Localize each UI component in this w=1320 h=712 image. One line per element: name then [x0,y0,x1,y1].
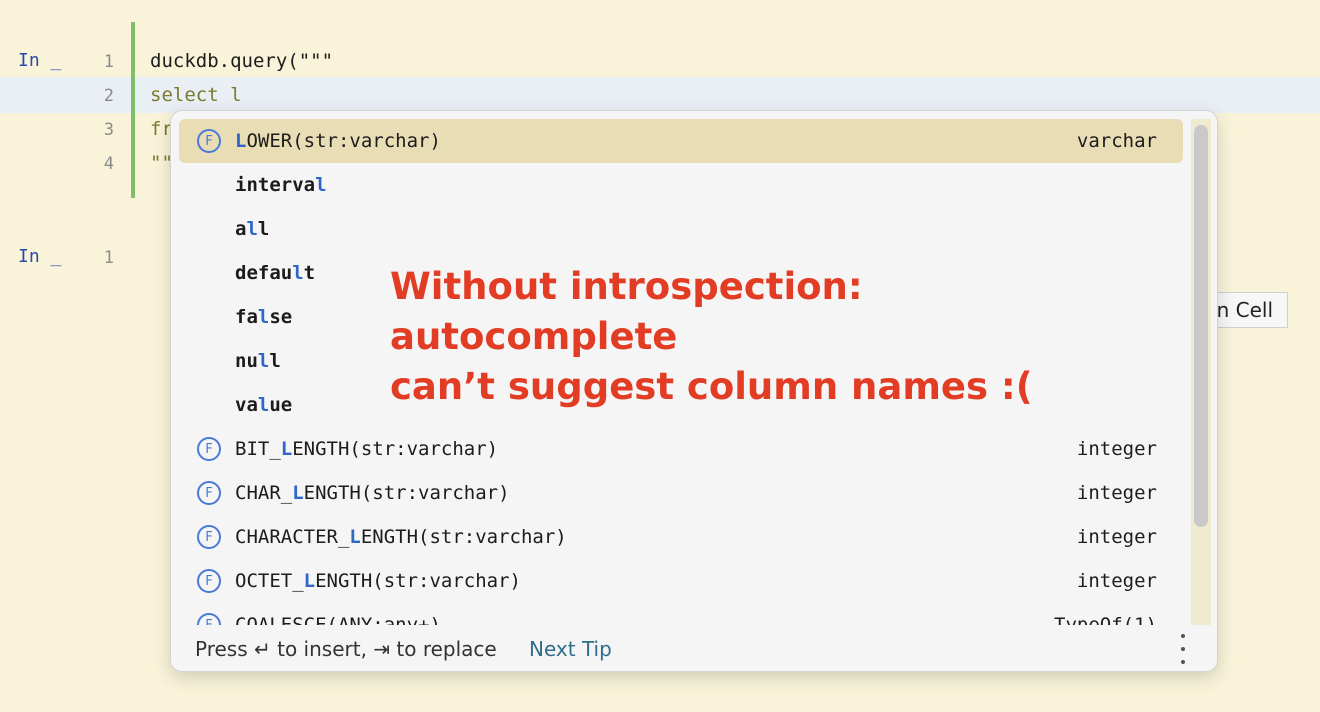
footer-hint: Press ↵ to insert, ⇥ to replace [195,637,497,661]
completion-label: value [235,394,293,416]
completion-label: false [235,306,293,328]
completion-label: CHARACTER_LENGTH(str:varchar) [235,526,567,548]
scrollbar-thumb[interactable] [1194,125,1208,527]
line-number: 3 [103,120,114,140]
function-icon: F [197,129,221,153]
next-tip-link[interactable]: Next Tip [529,637,612,661]
code-line-2[interactable]: select l [150,84,242,106]
completion-item-char-length[interactable]: F CHAR_LENGTH(str:varchar) integer [179,471,1183,515]
completion-item-lower[interactable]: F LOWER(str:varchar) varchar [179,119,1183,163]
more-options-icon[interactable] [1173,634,1193,664]
completion-label: all [235,218,270,240]
code-line-1[interactable]: duckdb.query(""" [150,50,333,72]
function-icon: F [197,613,221,625]
completion-item-coalesce[interactable]: F COALESCE(ANY:any+) TypeOf(1) [179,603,1183,625]
completion-label: null [235,350,281,372]
completion-label: BIT_LENGTH(str:varchar) [235,438,499,460]
completion-item-octet-length[interactable]: F OCTET_LENGTH(str:varchar) integer [179,559,1183,603]
completion-item-all[interactable]: all [179,207,1183,251]
line-number: 1 [103,248,114,268]
completion-label: LOWER(str:varchar) [235,130,441,152]
completion-type: varchar [1076,130,1157,152]
completion-item-interval[interactable]: interval [179,163,1183,207]
completion-label: OCTET_LENGTH(str:varchar) [235,570,521,592]
completion-label: default [235,262,316,284]
popup-footer: Press ↵ to insert, ⇥ to replace Next Tip [171,625,1217,671]
cell-1-active-bar [131,22,135,198]
completion-type: integer [1076,438,1157,460]
completion-type: integer [1076,526,1157,548]
annotation-line-1: Without introspection: autocomplete [390,265,863,358]
completion-label: interval [235,174,327,196]
line-number: 1 [103,52,114,72]
function-icon: F [197,569,221,593]
completion-label: COALESCE(ANY:any+) [235,614,441,625]
completion-type: integer [1076,482,1157,504]
completion-type: TypeOf(1) [1054,614,1157,625]
function-icon: F [197,481,221,505]
function-icon: F [197,525,221,549]
completion-item-bit-length[interactable]: F BIT_LENGTH(str:varchar) integer [179,427,1183,471]
cell-2-prompt: In _ [18,246,62,267]
function-icon: F [197,437,221,461]
completion-label: CHAR_LENGTH(str:varchar) [235,482,510,504]
line-number: 4 [103,154,114,174]
completion-type: integer [1076,570,1157,592]
cell-1-prompt: In _ [18,50,62,71]
completion-item-character-length[interactable]: F CHARACTER_LENGTH(str:varchar) integer [179,515,1183,559]
line-number: 2 [103,86,114,106]
annotation-line-2: can’t suggest column names :( [390,365,1033,408]
annotation-text: Without introspection: autocomplete can’… [390,262,1150,412]
